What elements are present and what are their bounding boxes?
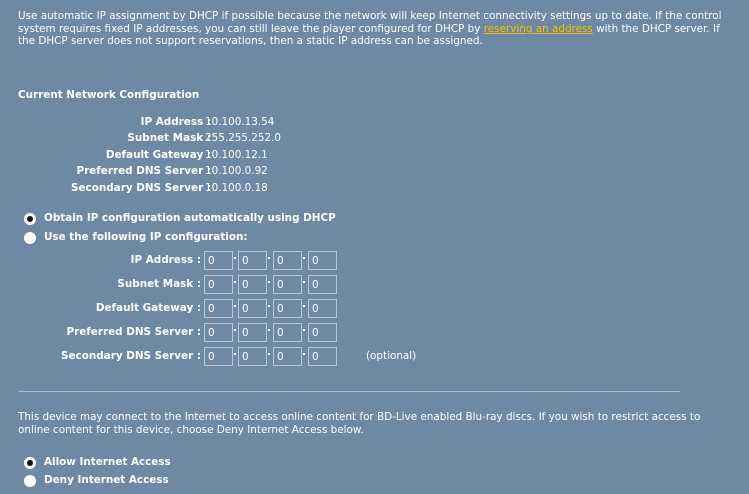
static-ip-address-row: IP Address : — [18, 251, 498, 271]
current-gateway-label: Default Gateway : — [105, 149, 211, 161]
dhcp-radio-button[interactable] — [24, 213, 36, 225]
octet-separator — [267, 329, 271, 332]
dns1-octet-4[interactable] — [308, 323, 337, 342]
octet-separator — [233, 329, 237, 332]
dns2-octet-3[interactable] — [273, 347, 302, 366]
octet-separator — [302, 329, 306, 332]
current-dns1-value: 10.100.0.92 — [205, 165, 268, 177]
octet-separator — [267, 353, 271, 356]
current-dns2-value: 10.100.0.18 — [205, 182, 268, 194]
network-settings-panel: Use automatic IP assignment by DHCP if p… — [0, 0, 749, 494]
current-ip-label: IP Address : — [140, 116, 211, 128]
octet-separator — [267, 281, 271, 284]
current-dns2-row: Secondary DNS Server : 10.100.0.18 — [18, 182, 718, 196]
static-dns2-label: Secondary DNS Server : — [61, 350, 201, 362]
gateway-octet-2[interactable] — [238, 299, 267, 318]
dns2-octet-4[interactable] — [308, 347, 337, 366]
octet-separator — [302, 305, 306, 308]
gateway-octet-4[interactable] — [308, 299, 337, 318]
static-subnet-label: Subnet Mask : — [117, 278, 201, 290]
current-ip-value: 10.100.13.54 — [205, 116, 275, 128]
ip-address-octet-4[interactable] — [308, 251, 337, 270]
static-ip-address-label: IP Address : — [130, 254, 201, 266]
dns1-octet-3[interactable] — [273, 323, 302, 342]
octet-separator — [233, 257, 237, 260]
gateway-octet-3[interactable] — [273, 299, 302, 318]
octet-separator — [267, 257, 271, 260]
current-dns1-row: Preferred DNS Server : 10.100.0.92 — [18, 165, 718, 179]
ip-address-octet-3[interactable] — [273, 251, 302, 270]
octet-separator — [267, 305, 271, 308]
allow-internet-label[interactable]: Allow Internet Access — [44, 456, 171, 468]
dhcp-intro-text: Use automatic IP assignment by DHCP if p… — [18, 10, 723, 48]
current-dns2-label: Secondary DNS Server : — [71, 182, 211, 194]
subnet-octet-2[interactable] — [238, 275, 267, 294]
dns2-octet-2[interactable] — [238, 347, 267, 366]
ip-address-octet-2[interactable] — [238, 251, 267, 270]
static-dns1-label: Preferred DNS Server : — [66, 326, 202, 338]
dns1-octet-1[interactable] — [204, 323, 233, 342]
current-subnet-label: Subnet Mask : — [127, 132, 211, 144]
reserving-address-link[interactable]: reserving an address — [484, 23, 593, 35]
dns2-octet-1[interactable] — [204, 347, 233, 366]
deny-internet-radio-button[interactable] — [24, 475, 36, 487]
gateway-octet-1[interactable] — [204, 299, 233, 318]
static-dns1-row: Preferred DNS Server : — [18, 323, 498, 343]
subnet-octet-3[interactable] — [273, 275, 302, 294]
current-gateway-value: 10.100.12.1 — [205, 149, 268, 161]
current-ip-row: IP Address : 10.100.13.54 — [18, 116, 718, 130]
octet-separator — [233, 305, 237, 308]
internet-access-text: This device may connect to the Internet … — [18, 411, 701, 436]
static-gateway-label: Default Gateway : — [95, 302, 201, 314]
optional-note: (optional) — [366, 350, 417, 362]
static-ip-radio-label[interactable]: Use the following IP configuration: — [44, 231, 248, 243]
current-subnet-row: Subnet Mask : 255.255.252.0 — [18, 132, 718, 146]
dhcp-radio-label[interactable]: Obtain IP configuration automatically us… — [44, 212, 336, 224]
allow-internet-radio-button[interactable] — [24, 457, 36, 469]
static-subnet-row: Subnet Mask : — [18, 275, 498, 295]
current-gateway-row: Default Gateway : 10.100.12.1 — [18, 149, 718, 163]
octet-separator — [233, 281, 237, 284]
deny-internet-label[interactable]: Deny Internet Access — [44, 474, 169, 486]
subnet-octet-4[interactable] — [308, 275, 337, 294]
section-divider — [18, 391, 680, 392]
static-ip-radio-button[interactable] — [24, 232, 36, 244]
octet-separator — [233, 353, 237, 356]
ip-address-octet-1[interactable] — [204, 251, 233, 270]
dns1-octet-2[interactable] — [238, 323, 267, 342]
static-gateway-row: Default Gateway : — [18, 299, 498, 319]
octet-separator — [302, 353, 306, 356]
static-dns2-row: Secondary DNS Server : (optional) — [18, 347, 498, 367]
octet-separator — [302, 257, 306, 260]
current-subnet-value: 255.255.252.0 — [205, 132, 282, 144]
current-dns1-label: Preferred DNS Server : — [76, 165, 212, 177]
current-config-heading: Current Network Configuration — [18, 89, 200, 101]
octet-separator — [302, 281, 306, 284]
subnet-octet-1[interactable] — [204, 275, 233, 294]
